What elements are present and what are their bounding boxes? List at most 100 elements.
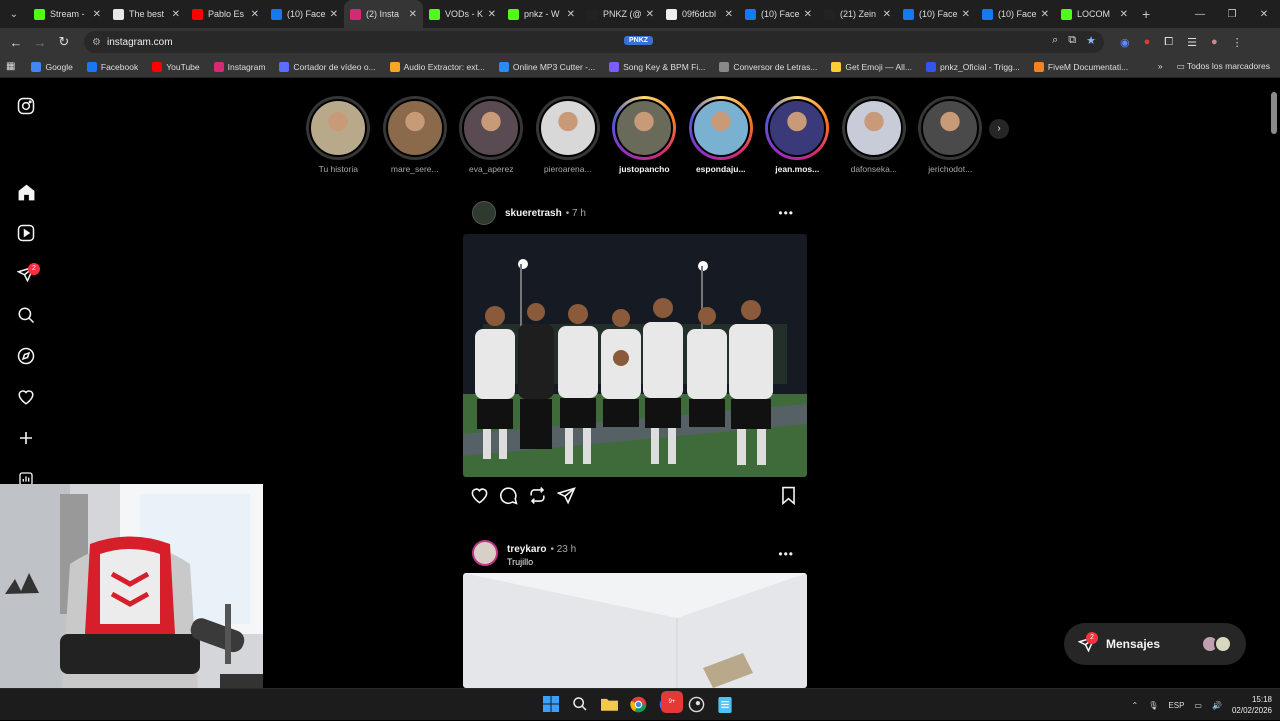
site-info-icon[interactable]: ⚙: [92, 37, 101, 48]
bookmark-item[interactable]: Audio Extractor: ext...: [389, 61, 485, 72]
discord-icon[interactable]: 9+: [656, 691, 683, 715]
page-scrollbar[interactable]: [1268, 80, 1280, 690]
browser-tab[interactable]: (10) Face ✕: [976, 0, 1055, 28]
browser-tab[interactable]: The best ✕: [107, 0, 186, 28]
tab-close-icon[interactable]: ✕: [172, 9, 180, 20]
bookmark-item[interactable]: Get Emoji — All...: [831, 61, 912, 72]
close-window-button[interactable]: ✕: [1248, 9, 1280, 20]
tab-close-icon[interactable]: ✕: [962, 9, 970, 20]
browser-tab[interactable]: (21) Zein ✕: [818, 0, 897, 28]
bookmark-item[interactable]: Google: [31, 61, 73, 72]
post-avatar[interactable]: [472, 540, 498, 566]
bookmark-item[interactable]: Facebook: [86, 61, 138, 72]
bookmark-item[interactable]: Online MP3 Cutter -...: [498, 61, 595, 72]
like-heart-icon[interactable]: [470, 486, 490, 506]
story-item[interactable]: jerichodot...: [912, 96, 989, 174]
tab-close-icon[interactable]: ✕: [93, 9, 101, 20]
browser-tab[interactable]: VODs - K ✕: [423, 0, 502, 28]
share-icon[interactable]: [556, 486, 577, 506]
browser-tab[interactable]: Pablo Es ✕: [186, 0, 265, 28]
address-bar[interactable]: ⚙ instagram.com PNKZ ⌕ ⧉ ★: [84, 31, 1104, 53]
post-more-icon[interactable]: •••: [778, 206, 794, 220]
zoom-icon[interactable]: ⌕: [1052, 34, 1058, 47]
story-item[interactable]: eva_aperez: [453, 96, 530, 174]
steam-icon[interactable]: [685, 693, 707, 715]
post-username[interactable]: treykaro: [507, 544, 546, 555]
browser-menu-icon[interactable]: ⋮: [1232, 36, 1243, 49]
notifications-heart-icon[interactable]: [16, 387, 36, 407]
create-plus-icon[interactable]: [16, 428, 36, 448]
bookmark-item[interactable]: FiveM Documentati...: [1033, 61, 1128, 72]
bookmark-item[interactable]: Cortador de vídeo o...: [279, 61, 376, 72]
bookmark-item[interactable]: YouTube: [152, 61, 200, 72]
chrome-icon[interactable]: [627, 693, 649, 715]
tab-close-icon[interactable]: ✕: [251, 9, 259, 20]
tab-close-icon[interactable]: ✕: [883, 9, 891, 20]
tab-close-icon[interactable]: ✕: [1041, 9, 1049, 20]
reels-icon[interactable]: [16, 223, 36, 243]
story-item[interactable]: Tu historia: [300, 96, 377, 174]
network-icon[interactable]: ▭: [1194, 701, 1202, 710]
maximize-button[interactable]: ❐: [1216, 9, 1248, 20]
all-bookmarks-folder[interactable]: ▭ Todos los marcadores: [1177, 61, 1270, 72]
back-button[interactable]: ←: [4, 35, 28, 50]
story-item[interactable]: mare_sere...: [377, 96, 454, 174]
stories-next-button[interactable]: ›: [989, 119, 1009, 139]
browser-tab[interactable]: (10) Face ✕: [897, 0, 976, 28]
tab-close-icon[interactable]: ✕: [725, 9, 733, 20]
tab-close-icon[interactable]: ✕: [567, 9, 575, 20]
browser-tab[interactable]: (2) Insta ✕: [344, 0, 423, 28]
search-icon[interactable]: [16, 305, 36, 325]
browser-tab[interactable]: LOCOM ✕: [1055, 0, 1134, 28]
browser-tab[interactable]: 09f6dcbl ✕: [660, 0, 739, 28]
taskbar-search-icon[interactable]: [569, 693, 591, 715]
install-app-icon[interactable]: ⧉: [1068, 34, 1076, 47]
microphone-icon[interactable]: 🎙: [1148, 701, 1158, 710]
messages-floating-button[interactable]: 2 Mensajes: [1064, 623, 1246, 665]
explore-compass-icon[interactable]: [16, 346, 36, 366]
repost-icon[interactable]: [528, 486, 548, 506]
extension-red-icon[interactable]: ●: [1144, 36, 1151, 49]
browser-tab[interactable]: (10) Face ✕: [265, 0, 344, 28]
browser-tab[interactable]: PNKZ (@ ✕: [581, 0, 660, 28]
more-bookmarks-icon[interactable]: »: [1158, 61, 1163, 72]
language-indicator[interactable]: ESP: [1168, 701, 1184, 710]
apps-grid-icon[interactable]: ▦: [6, 61, 15, 72]
tab-close-icon[interactable]: ✕: [488, 9, 496, 20]
scrollbar-thumb[interactable]: [1271, 92, 1277, 134]
bookmark-item[interactable]: pnkz_Oficial - Trigg...: [926, 61, 1020, 72]
bookmark-item[interactable]: Song Key & BPM Fi...: [609, 61, 705, 72]
minimize-button[interactable]: —: [1184, 9, 1216, 20]
post-image[interactable]: [463, 234, 807, 477]
save-bookmark-icon[interactable]: [780, 486, 800, 506]
file-explorer-icon[interactable]: [598, 693, 620, 715]
home-icon[interactable]: [16, 182, 36, 202]
tab-close-icon[interactable]: ✕: [646, 9, 654, 20]
notepad-icon[interactable]: [714, 693, 736, 715]
bookmark-star-icon[interactable]: ★: [1086, 34, 1096, 47]
post-avatar[interactable]: [472, 201, 496, 225]
bookmark-item[interactable]: Conversor de Letras...: [719, 61, 817, 72]
instagram-logo-icon[interactable]: [16, 96, 36, 116]
story-item[interactable]: dafonseka...: [836, 96, 913, 174]
clock[interactable]: 15:18 02/02/2026: [1232, 694, 1272, 716]
volume-icon[interactable]: 🔊: [1212, 701, 1222, 710]
reading-list-icon[interactable]: ☰: [1187, 36, 1197, 49]
story-item[interactable]: pieroarena...: [530, 96, 607, 174]
tab-close-icon[interactable]: ✕: [1120, 9, 1128, 20]
story-item[interactable]: justopancho: [606, 96, 683, 174]
tray-chevron-icon[interactable]: ⌃: [1132, 701, 1139, 710]
browser-tab[interactable]: pnkz - W ✕: [502, 0, 581, 28]
browser-tab[interactable]: Stream - ✕: [28, 0, 107, 28]
tab-close-icon[interactable]: ✕: [330, 9, 338, 20]
story-item[interactable]: jean.mos...: [759, 96, 836, 174]
tab-search-chevron-icon[interactable]: ⌄: [4, 4, 24, 24]
bookmark-item[interactable]: Instagram: [213, 61, 265, 72]
forward-button[interactable]: →: [28, 35, 52, 50]
extension-wave-icon[interactable]: ◉: [1120, 36, 1130, 49]
reload-button[interactable]: ↻: [52, 34, 76, 50]
profile-avatar-icon[interactable]: ●: [1211, 36, 1218, 49]
browser-tab[interactable]: (10) Face ✕: [739, 0, 818, 28]
post-more-icon[interactable]: •••: [778, 547, 794, 561]
tab-close-icon[interactable]: ✕: [804, 9, 812, 20]
